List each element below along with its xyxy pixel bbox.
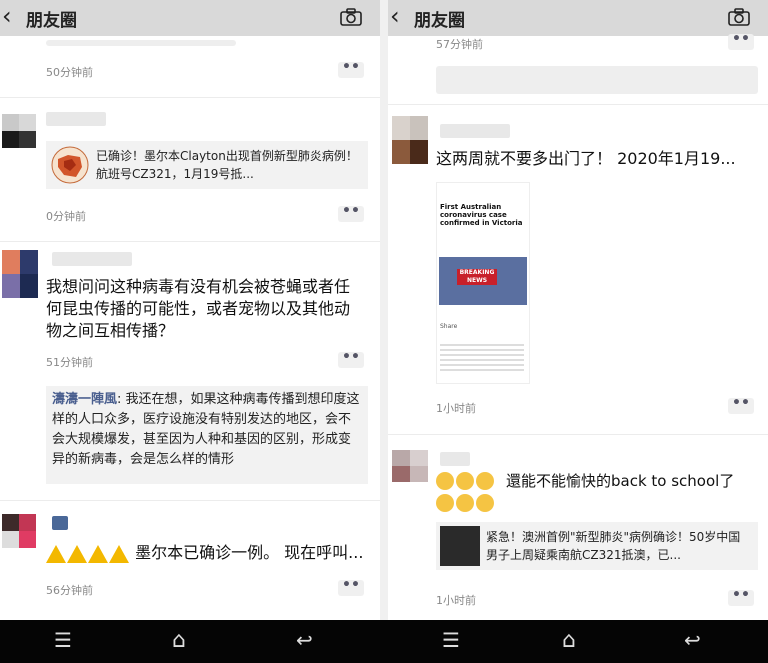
avatar[interactable] [2, 250, 38, 298]
post-time: 50分钟前 [46, 66, 93, 79]
more-button[interactable]: •• [338, 60, 364, 78]
post-text: 我想问问这种病毒有没有机会被苍蝇或者任何昆虫传播的可能性，或者宠物以及其他动物之… [46, 277, 351, 340]
user-name[interactable] [52, 252, 132, 266]
article-share-label: Share [440, 323, 458, 330]
back-icon[interactable]: ↩ [296, 628, 313, 652]
more-button[interactable]: •• [728, 588, 754, 606]
divider [0, 97, 380, 98]
user-name[interactable] [440, 452, 470, 466]
user-name[interactable] [46, 112, 106, 126]
user-name[interactable] [52, 516, 68, 530]
home-icon[interactable]: ⌂ [172, 628, 186, 653]
card-text: 紧急！澳洲首例"新型肺炎"病例确诊！50岁中国男子上周疑乘南航CZ321抵澳，已… [486, 530, 741, 562]
more-button[interactable]: •• [338, 350, 364, 368]
top-nav-bar: ‹ 朋友圈 [0, 0, 380, 36]
avatar[interactable] [2, 514, 36, 548]
page-title: 朋友圈 [414, 11, 465, 31]
user-name[interactable] [440, 124, 510, 138]
article-screenshot[interactable]: First Australian coronavirus case confir… [436, 182, 530, 384]
shared-link-card[interactable]: 已确诊！墨尔本Clayton出现首例新型肺炎病例！航班号CZ321，1月19号抵… [46, 141, 368, 189]
warning-icon [46, 543, 130, 563]
post-time: 1小时前 [436, 402, 476, 415]
avatar[interactable] [392, 116, 428, 164]
avatar[interactable] [392, 450, 428, 482]
back-arrow-icon[interactable]: ‹ [2, 2, 12, 30]
more-button[interactable]: •• [728, 396, 754, 414]
shared-link-card[interactable]: 紧急！澳洲首例"新型肺炎"病例确诊！50岁中国男子上周疑乘南航CZ321抵澳，已… [436, 522, 758, 570]
post-time: 1小时前 [436, 594, 476, 607]
article-thumbnail [440, 526, 480, 566]
top-nav-bar: ‹ 朋友圈 [388, 0, 768, 36]
camera-icon[interactable] [728, 8, 750, 26]
article-body-lines [440, 341, 524, 371]
post-time: 56分钟前 [46, 584, 93, 597]
article-banner: BREAKING NEWS [457, 269, 497, 285]
blurred-content [46, 40, 236, 46]
divider [388, 104, 768, 105]
blurred-content [436, 66, 758, 94]
article-headline: First Australian coronavirus case confir… [440, 203, 523, 227]
system-navigation-bar: ☰ ⌂ ↩ ☰ ⌂ ↩ [0, 620, 768, 663]
more-button[interactable]: •• [338, 204, 364, 222]
divider [0, 500, 380, 501]
card-text: 已确诊！墨尔本Clayton出现首例新型肺炎病例！航班号CZ321，1月19号抵… [96, 149, 358, 181]
menu-icon[interactable]: ☰ [54, 628, 72, 652]
back-arrow-icon[interactable]: ‹ [390, 2, 400, 30]
post-time: 0分钟前 [46, 210, 86, 223]
avatar[interactable] [2, 114, 36, 148]
left-moments-screen: ‹ 朋友圈 50分钟前 •• 已确诊！墨尔本Clayton出现首例新型肺炎病例！… [0, 0, 380, 620]
divider [0, 241, 380, 242]
post-time: 57分钟前 [436, 38, 483, 51]
more-button[interactable]: •• [728, 32, 754, 50]
more-button[interactable]: •• [338, 578, 364, 596]
menu-icon[interactable]: ☰ [442, 628, 460, 652]
right-moments-screen: ‹ 朋友圈 57分钟前 •• 这两周就不要多出门了！ 2020年1月19... … [388, 0, 768, 620]
post-text: 墨尔本已确诊一例。 现在呼叫... [46, 542, 376, 564]
post-text-content: 墨尔本已确诊一例。 现在呼叫... [135, 543, 364, 562]
page-title: 朋友圈 [26, 11, 77, 31]
panel-gap [380, 0, 388, 620]
comment-author[interactable]: 濤濤一陣風 [52, 392, 117, 407]
article-image: BREAKING NEWS [439, 257, 527, 305]
emoji-group [436, 470, 502, 512]
back-icon[interactable]: ↩ [684, 628, 701, 652]
camera-icon[interactable] [340, 8, 362, 26]
comment-box: 濤濤一陣風: 我还在想，如果这种病毒传播到想印度这样的人口众多，医疗设施没有特别… [46, 386, 368, 484]
post-time: 51分钟前 [46, 356, 93, 369]
home-icon[interactable]: ⌂ [562, 628, 576, 653]
post-text: 還能不能愉快的back to school了 [506, 472, 735, 490]
divider [388, 434, 768, 435]
post-text: 这两周就不要多出门了！ 2020年1月19... [436, 149, 736, 168]
map-thumbnail-icon [51, 146, 89, 184]
